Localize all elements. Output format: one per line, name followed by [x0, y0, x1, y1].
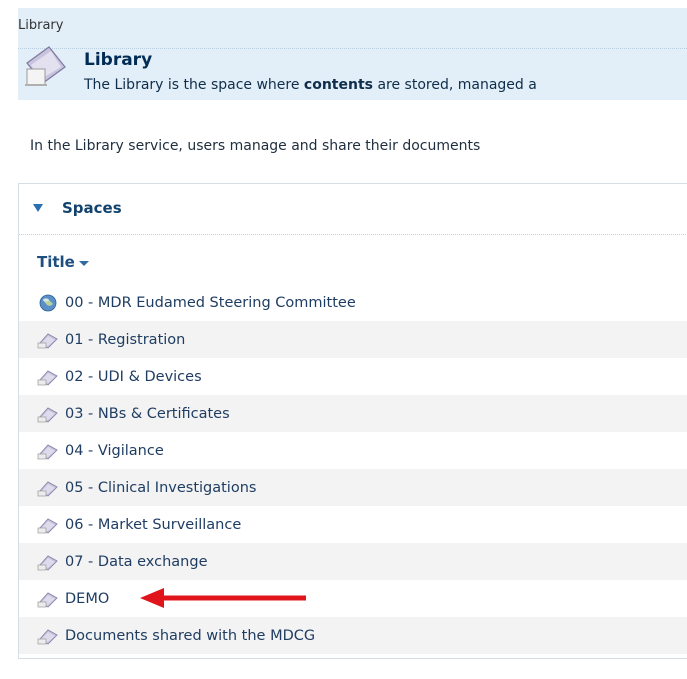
- space-title-link[interactable]: 00 - MDR Eudamed Steering Committee: [65, 295, 356, 311]
- breadcrumb[interactable]: Library: [18, 18, 63, 33]
- space-folder-icon[interactable]: [37, 479, 59, 497]
- space-folder-icon[interactable]: [37, 331, 59, 349]
- spaces-list: 00 - MDR Eudamed Steering Committee 01 - …: [19, 284, 687, 654]
- space-title-link[interactable]: 07 - Data exchange: [65, 554, 208, 570]
- sort-caret-icon[interactable]: [78, 261, 89, 266]
- intro-text: In the Library service, users manage and…: [30, 138, 481, 154]
- space-title-link[interactable]: 03 - NBs & Certificates: [65, 406, 230, 422]
- description-text-pre: The Library is the space where: [84, 77, 304, 93]
- space-row[interactable]: 07 - Data exchange: [19, 543, 687, 580]
- space-row[interactable]: Documents shared with the MDCG: [19, 617, 687, 654]
- space-title-link[interactable]: 02 - UDI & Devices: [65, 369, 202, 385]
- description-text-post: are stored, managed a: [373, 77, 537, 93]
- space-title-link[interactable]: 04 - Vigilance: [65, 443, 164, 459]
- page-description: The Library is the space where contents …: [84, 77, 537, 93]
- space-row[interactable]: 06 - Market Surveillance: [19, 506, 687, 543]
- space-folder-icon[interactable]: [37, 516, 59, 534]
- red-arrow-annotation: [140, 588, 306, 608]
- page-header: Library Library The Library is the space…: [18, 8, 687, 100]
- space-row[interactable]: 01 - Registration: [19, 321, 687, 358]
- space-folder-icon[interactable]: [37, 627, 59, 645]
- panel-title[interactable]: Spaces: [62, 199, 122, 217]
- space-row[interactable]: 05 - Clinical Investigations: [19, 469, 687, 506]
- spaces-panel: Spaces Title 00 - MDR Eudamed Steering C…: [18, 183, 687, 659]
- space-folder-icon[interactable]: [37, 553, 59, 571]
- collapse-toggle-icon[interactable]: [33, 204, 43, 212]
- space-title-link[interactable]: 05 - Clinical Investigations: [65, 480, 256, 496]
- space-folder-icon[interactable]: [37, 368, 59, 386]
- space-title-link[interactable]: 01 - Registration: [65, 332, 185, 348]
- space-title-link[interactable]: Documents shared with the MDCG: [65, 628, 315, 644]
- globe-icon[interactable]: [37, 294, 59, 312]
- space-row[interactable]: 02 - UDI & Devices: [19, 358, 687, 395]
- title-column-header[interactable]: Title: [37, 253, 89, 271]
- breadcrumb-divider: [18, 48, 687, 49]
- space-row[interactable]: 00 - MDR Eudamed Steering Committee: [19, 284, 687, 321]
- library-icon: [25, 46, 66, 86]
- column-header-label[interactable]: Title: [37, 253, 75, 271]
- space-title-link[interactable]: 06 - Market Surveillance: [65, 517, 241, 533]
- spaces-panel-header[interactable]: Spaces: [19, 184, 687, 235]
- space-row[interactable]: DEMO: [19, 580, 687, 617]
- page-title: Library: [84, 50, 153, 70]
- space-title-link[interactable]: DEMO: [65, 591, 109, 607]
- space-row[interactable]: 03 - NBs & Certificates: [19, 395, 687, 432]
- space-folder-icon[interactable]: [37, 442, 59, 460]
- space-folder-icon[interactable]: [37, 405, 59, 423]
- description-text-bold: contents: [303, 77, 373, 93]
- space-row[interactable]: 04 - Vigilance: [19, 432, 687, 469]
- space-folder-icon[interactable]: [37, 590, 59, 608]
